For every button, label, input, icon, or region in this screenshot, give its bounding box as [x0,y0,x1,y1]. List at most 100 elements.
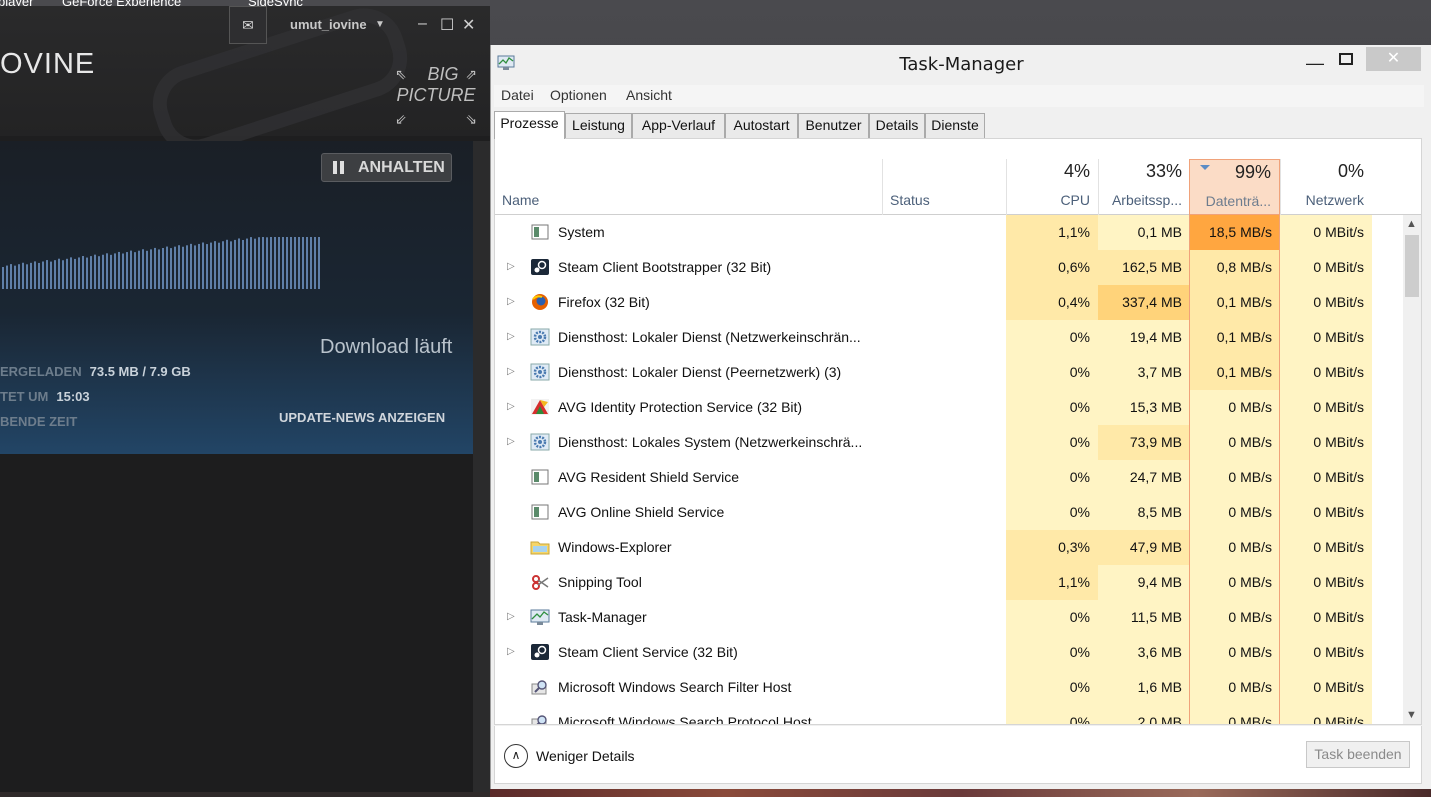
search-host-icon [531,715,547,724]
menu-ansicht[interactable]: Ansicht [626,87,672,103]
tab-leistung[interactable]: Leistung [565,113,632,138]
cpu-cell: 0,6% [1006,250,1098,285]
table-row[interactable]: AVG Resident Shield Service 0% 24,7 MB 0 MB… [495,460,1403,495]
expand-arrow-icon[interactable]: ▷ [507,331,515,342]
graph-bar [114,253,116,289]
pause-icon [333,161,345,174]
expand-arrow-icon[interactable]: ▷ [507,296,515,307]
graph-bar [134,252,136,289]
maximize-icon[interactable]: ☐ [440,15,454,35]
minimize-icon[interactable]: — [1306,53,1324,74]
scrollbar-thumb[interactable] [1405,235,1419,297]
expand-arrow-icon[interactable]: ▷ [507,366,515,377]
expand-arrow-icon: ⇙ [395,111,407,127]
expand-arrow-icon: ⇗ [465,66,477,82]
table-row[interactable]: ▷ Task-Manager 0% 11,5 MB 0 MB/s 0 MBit/s [495,600,1403,635]
graph-bar [42,261,44,289]
column-header-status[interactable]: Status [882,159,1006,215]
table-row[interactable]: ▷ Diensthost: Lokales System (Netzwerkein… [495,425,1403,460]
graph-bar [2,267,4,289]
close-icon[interactable]: ✕ [1366,47,1421,71]
tab-autostart[interactable]: Autostart [725,113,798,138]
minimize-icon[interactable]: – [418,15,427,33]
network-cell: 0 MBit/s [1280,425,1372,460]
pause-download-button[interactable]: ANHALTEN [321,153,452,182]
process-list-scrollbar[interactable]: ▲ ▼ [1403,215,1421,724]
graph-bar [46,260,48,289]
table-row[interactable]: ▷ Firefox (32 Bit) 0,4% 337,4 MB 0,1 MB/s 0 M… [495,285,1403,320]
steam-window: ✉ umut_iovine ▼ – ☐ ✕ OVINE ⇖ ⇗ BIG PICT… [0,0,490,792]
stat-label: BENDE ZEIT [0,414,78,429]
graph-bar [34,261,36,289]
graph-bar [254,238,256,289]
memory-label: Arbeitssp... [1111,192,1182,208]
graph-bar [130,250,132,289]
chevron-down-icon[interactable]: ▼ [375,19,385,30]
process-name: Task-Manager [558,609,647,625]
network-cell: 0 MBit/s [1280,530,1372,565]
tab-details[interactable]: Details [869,113,925,138]
steam-username[interactable]: umut_iovine [290,17,367,32]
scroll-up-icon[interactable]: ▲ [1406,218,1417,230]
graph-bar [54,260,56,289]
table-row[interactable]: ▷ Diensthost: Lokaler Dienst (Netzwerkein… [495,320,1403,355]
tm-titlebar[interactable]: Task-Manager — ✕ [491,45,1431,83]
fewer-details-link[interactable]: Weniger Details [536,748,635,764]
tm-footer: ∧ Weniger Details Task beenden [494,726,1422,784]
tab-app-verlauf[interactable]: App-Verlauf [632,113,725,138]
scroll-down-icon[interactable]: ▼ [1406,709,1417,721]
graph-bar [194,245,196,289]
graph-bar [222,241,224,289]
expand-arrow-icon[interactable]: ▷ [507,611,515,622]
column-header-network[interactable]: 0% Netzwerk [1280,159,1372,215]
big-picture-button[interactable]: ⇖ ⇗ BIG PICTURE ⇙ ⇘ [395,64,477,127]
column-header-disk[interactable]: 99% Datenträ... [1189,159,1280,215]
envelope-icon[interactable]: ✉ [229,6,267,44]
table-row[interactable]: Snipping Tool 1,1% 9,4 MB 0 MB/s 0 MBit/s [495,565,1403,600]
table-row[interactable]: System 1,1% 0,1 MB 18,5 MB/s 0 MBit/s [495,215,1403,250]
update-news-link[interactable]: UPDATE-NEWS ANZEIGEN [279,410,445,425]
graph-bar [238,238,240,289]
graph-bar [82,256,84,289]
tab-prozesse[interactable]: Prozesse [494,111,565,139]
stat-downloaded: ERGELADEN 73.5 MB / 7.9 GB [0,364,191,379]
tab-benutzer[interactable]: Benutzer [798,113,869,138]
folder-icon [530,541,550,555]
expand-arrow-icon[interactable]: ▷ [507,401,515,412]
table-row[interactable]: AVG Online Shield Service 0% 8,5 MB 0 MB/s 0… [495,495,1403,530]
column-header-name[interactable]: Name [502,192,539,208]
table-row[interactable]: Microsoft Windows Search Filter Host 0% 1,… [495,670,1403,705]
tab-dienste[interactable]: Dienste [925,113,985,138]
disk-cell: 0 MB/s [1190,600,1280,635]
close-icon[interactable]: ✕ [462,15,475,35]
graph-bar [306,237,308,289]
graph-bar [30,262,32,289]
chevron-up-circle-icon[interactable]: ∧ [504,744,528,768]
table-row[interactable]: ▷ Steam Client Bootstrapper (32 Bit) 0,6% 1… [495,250,1403,285]
menu-optionen[interactable]: Optionen [550,87,607,103]
table-row[interactable]: Microsoft Windows Search Protocol Host 0%… [495,705,1403,724]
stat-remaining: BENDE ZEIT [0,414,77,429]
column-header-memory[interactable]: 33% Arbeitssp... [1098,159,1190,215]
network-cell: 0 MBit/s [1280,320,1372,355]
cpu-cell: 0% [1006,355,1098,390]
graph-bar [74,258,76,289]
table-row[interactable]: ▷ AVG Identity Protection Service (32 Bit… [495,390,1403,425]
task-manager-window: Task-Manager — ✕ Datei Optionen Ansicht … [490,45,1431,789]
graph-bar [94,254,96,289]
column-header-cpu[interactable]: 4% CPU [1006,159,1098,215]
table-row[interactable]: ▷ Steam Client Service (32 Bit) 0% 3,6 MB 0 … [495,635,1403,670]
table-row[interactable]: ▷ Diensthost: Lokaler Dienst (Peernetzwer… [495,355,1403,390]
disk-cell: 0 MB/s [1190,705,1280,724]
cpu-total: 4% [1063,161,1090,181]
expand-arrow-icon[interactable]: ▷ [507,436,515,447]
expand-arrow-icon[interactable]: ▷ [507,261,515,272]
menu-datei[interactable]: Datei [501,87,534,103]
end-task-button[interactable]: Task beenden [1306,741,1410,768]
maximize-icon[interactable] [1339,53,1353,65]
steam-scrollbar[interactable] [473,141,490,792]
table-row[interactable]: Windows-Explorer 0,3% 47,9 MB 0 MB/s 0 MBit/… [495,530,1403,565]
expand-arrow-icon[interactable]: ▷ [507,646,515,657]
network-cell: 0 MBit/s [1280,705,1372,724]
memory-cell: 3,7 MB [1098,355,1190,390]
